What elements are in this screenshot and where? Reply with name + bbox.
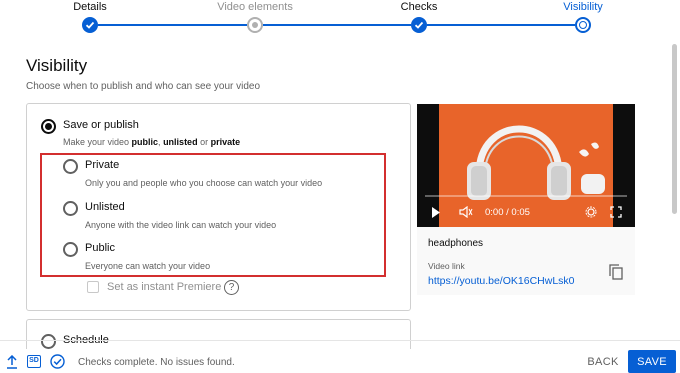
desc-private: private xyxy=(210,137,241,147)
private-option-desc: Only you and people who you choose can w… xyxy=(85,178,323,188)
video-link[interactable]: https://youtu.be/OK16CHwLsk0 xyxy=(428,275,575,287)
desc-text: Make your video xyxy=(63,137,132,147)
desc-unlisted: unlisted xyxy=(163,137,198,147)
step-label-visibility[interactable]: Visibility xyxy=(563,1,603,13)
private-option-title[interactable]: Private xyxy=(85,159,119,171)
private-radio[interactable] xyxy=(63,159,78,174)
video-progress-bar[interactable] xyxy=(425,195,627,197)
desc-public: public xyxy=(131,137,159,147)
settings-gear-icon[interactable] xyxy=(585,206,597,218)
step-dot-details-check-icon[interactable] xyxy=(82,17,98,33)
step-dot-checks-check-icon[interactable] xyxy=(411,17,427,33)
annotation-highlight-box xyxy=(40,153,386,277)
schedule-radio[interactable] xyxy=(41,334,56,349)
back-button[interactable]: BACK xyxy=(582,351,624,373)
copy-icon[interactable] xyxy=(609,264,623,280)
checks-status-text: Checks complete. No issues found. xyxy=(78,357,235,368)
sd-quality-badge[interactable]: SD xyxy=(27,355,41,368)
video-preview-panel: 0:00 / 0:05 headphones Video link https:… xyxy=(417,104,635,295)
step-dot-video-elements[interactable] xyxy=(247,17,263,33)
video-link-label: Video link xyxy=(428,261,465,271)
volume-icon[interactable] xyxy=(459,206,473,218)
checks-complete-icon[interactable] xyxy=(50,354,65,369)
step-label-details[interactable]: Details xyxy=(73,1,107,13)
unlisted-option-title[interactable]: Unlisted xyxy=(85,201,125,213)
step-connector xyxy=(427,24,575,26)
public-radio[interactable] xyxy=(63,242,78,257)
scrollbar-thumb[interactable] xyxy=(672,44,677,214)
step-connector xyxy=(98,24,247,26)
step-connector xyxy=(263,24,411,26)
page-title: Visibility xyxy=(26,56,88,75)
upload-icon[interactable] xyxy=(6,355,18,369)
save-button[interactable]: SAVE xyxy=(628,350,676,373)
progress-stepper: Details Video elements Checks Visibility xyxy=(0,0,680,34)
video-time: 0:00 / 0:05 xyxy=(485,207,530,218)
help-icon[interactable]: ? xyxy=(224,280,239,295)
step-dot-visibility[interactable] xyxy=(575,17,591,33)
video-player[interactable]: 0:00 / 0:05 xyxy=(417,104,635,227)
public-option-desc: Everyone can watch your video xyxy=(85,261,211,271)
play-icon[interactable] xyxy=(431,207,441,218)
fullscreen-icon[interactable] xyxy=(610,206,622,218)
step-label-checks[interactable]: Checks xyxy=(401,1,438,13)
public-option-title[interactable]: Public xyxy=(85,242,115,254)
video-filename: headphones xyxy=(428,238,484,249)
step-label-video-elements[interactable]: Video elements xyxy=(217,1,293,13)
footer-divider xyxy=(0,340,680,341)
unlisted-option-desc: Anyone with the video link can watch you… xyxy=(85,220,277,230)
save-or-publish-desc: Make your video public, unlisted or priv… xyxy=(63,137,240,147)
save-or-publish-radio[interactable] xyxy=(41,119,56,134)
video-controls: 0:00 / 0:05 xyxy=(417,202,635,222)
unlisted-radio[interactable] xyxy=(63,201,78,216)
save-or-publish-title[interactable]: Save or publish xyxy=(63,119,139,131)
page-subtitle: Choose when to publish and who can see y… xyxy=(26,81,261,92)
desc-text: or xyxy=(197,137,211,147)
instant-premiere-checkbox[interactable] xyxy=(87,281,99,293)
instant-premiere-label: Set as instant Premiere xyxy=(107,281,222,293)
